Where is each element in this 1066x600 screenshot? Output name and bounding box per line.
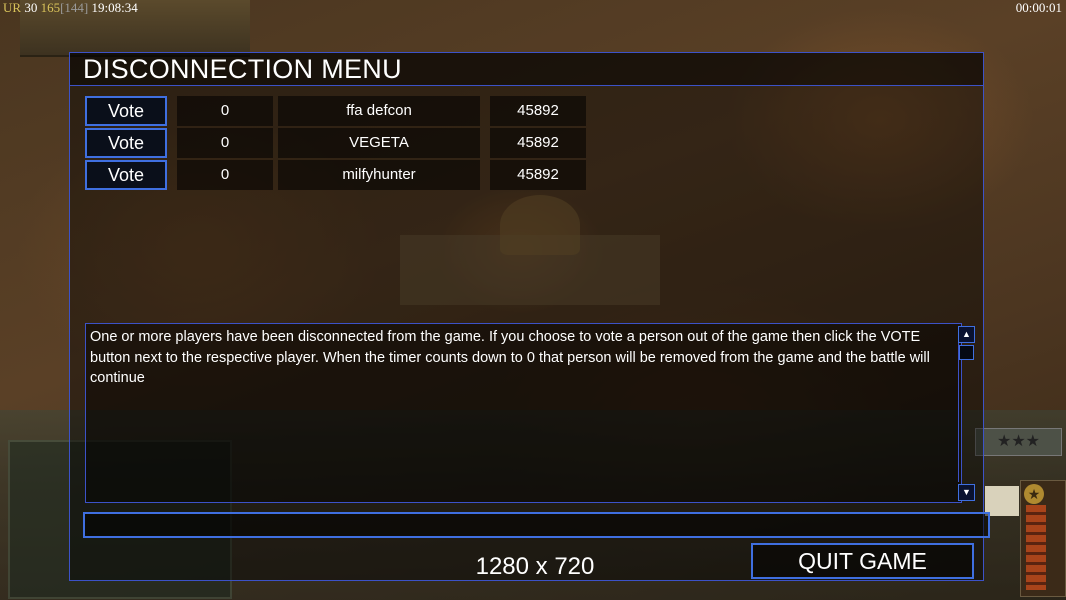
power-meter xyxy=(1026,505,1046,590)
dialog-title: DISCONNECTION MENU xyxy=(83,54,402,84)
scroll-down-icon[interactable]: ▼ xyxy=(958,484,975,501)
scroll-up-icon[interactable]: ▲ xyxy=(958,326,975,343)
vote-button[interactable]: Vote xyxy=(85,96,167,126)
vote-count: 0 xyxy=(177,160,273,190)
status-value-a: 30 xyxy=(24,0,38,15)
player-timeout: 45892 xyxy=(490,96,586,126)
vote-button[interactable]: Vote xyxy=(85,160,167,190)
unit-portrait xyxy=(985,486,1019,516)
disconnect-message: One or more players have been disconnect… xyxy=(90,329,930,386)
status-value-c: [144] xyxy=(60,0,89,15)
status-bar-left: UR 30 165[144] 19:08:34 xyxy=(3,0,138,16)
player-name: milfyhunter xyxy=(278,160,480,190)
vote-count: 0 xyxy=(177,96,273,126)
resolution-label: 1280 x 720 xyxy=(475,553,595,580)
scrollbar-track[interactable] xyxy=(958,342,959,482)
status-clock: 19:08:34 xyxy=(91,0,138,15)
game-timer: 00:00:01 xyxy=(1015,0,1062,15)
player-name: ffa defcon xyxy=(278,96,480,126)
vote-count: 0 xyxy=(177,128,273,158)
disconnection-dialog: DISCONNECTION MENU Vote 0 ffa defcon 458… xyxy=(69,52,990,581)
three-stars-icon: ★★★ xyxy=(975,428,1062,456)
player-name: VEGETA xyxy=(278,128,480,158)
scrollbar-thumb[interactable] xyxy=(959,345,974,360)
player-timeout: 45892 xyxy=(490,128,586,158)
chat-input[interactable] xyxy=(83,512,990,538)
player-timeout: 45892 xyxy=(490,160,586,190)
star-emblem-icon[interactable]: ★ xyxy=(1024,484,1044,504)
status-value-b: 165 xyxy=(40,0,61,15)
message-box[interactable]: One or more players have been disconnect… xyxy=(85,323,975,503)
dialog-title-bar: DISCONNECTION MENU xyxy=(70,53,983,86)
quit-game-button[interactable]: QUIT GAME xyxy=(751,543,974,579)
status-tag: UR xyxy=(3,0,22,15)
vote-button[interactable]: Vote xyxy=(85,128,167,158)
